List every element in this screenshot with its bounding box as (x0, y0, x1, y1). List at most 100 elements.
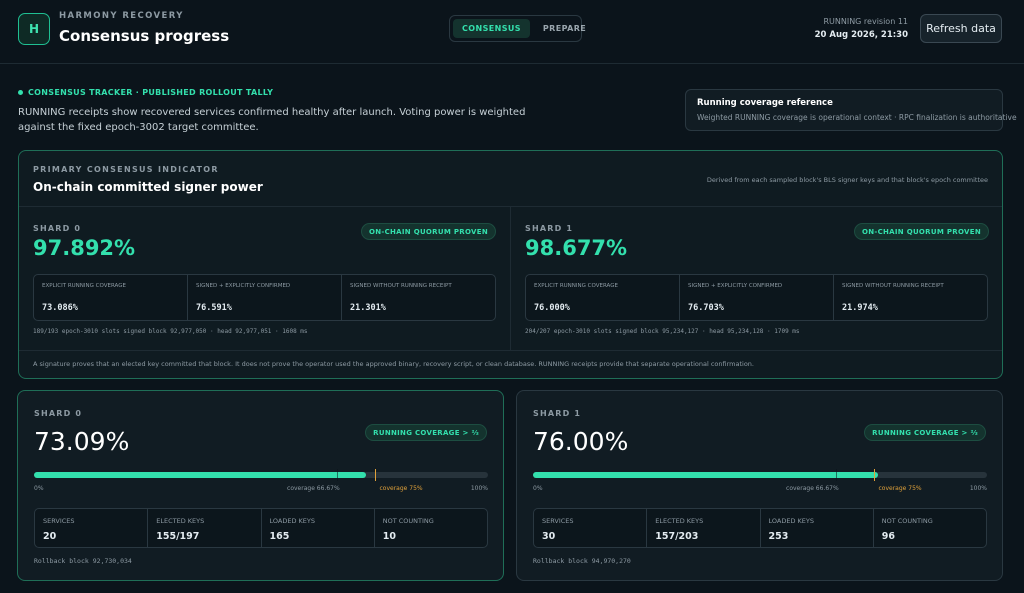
stat-label: LOADED KEYS (269, 517, 316, 525)
coverage-progress-fill (34, 472, 366, 478)
coverage-progress-bar (34, 469, 488, 481)
metric-value: 76.591% (196, 303, 232, 313)
coverage-progress-fill (533, 472, 879, 478)
divider (19, 350, 1002, 351)
stat-label: ELECTED KEYS (655, 517, 704, 525)
metric-label: SIGNED + EXPLICITLY CONFIRMED (688, 283, 783, 289)
shard-label: SHARD 1 (533, 409, 582, 418)
stat-label: SERVICES (542, 517, 574, 525)
tick-label-quorum: coverage 66.67% (287, 485, 340, 492)
coverage-stats: SERVICES 20 ELECTED KEYS 155/197 LOADED … (34, 508, 488, 548)
stat-value: 10 (382, 531, 396, 542)
metric-value: 73.086% (42, 303, 78, 313)
coverage-value: 73.09% (34, 427, 130, 456)
metric-value: 76.000% (534, 303, 570, 313)
stat-cell: NOT COUNTING 10 (375, 509, 487, 547)
quorum-badge: ON-CHAIN QUORUM PROVEN (360, 223, 496, 240)
metric-value: 21.301% (350, 303, 386, 313)
metric-label: SIGNED WITHOUT RUNNING RECEIPT (350, 283, 452, 289)
tab-prepare[interactable]: PREPARE (534, 19, 595, 38)
shard-block-info: 189/193 epoch-3010 slots signed block 92… (33, 328, 308, 335)
stat-cell: LOADED KEYS 253 (761, 509, 874, 547)
stat-value: 96 (881, 531, 895, 542)
metric-cell: EXPLICIT RUNNING COVERAGE 76.000% (526, 275, 680, 320)
stat-cell: SERVICES 30 (534, 509, 648, 547)
target-marker (374, 469, 376, 481)
tick-label-target: coverage 75% (878, 485, 922, 492)
stat-label: LOADED KEYS (768, 517, 815, 525)
shard-signer-power: SHARD 1 98.677% ON-CHAIN QUORUM PROVEN E… (511, 207, 1002, 350)
app-header: H HARMONY RECOVERY Consensus progress CO… (0, 0, 1024, 64)
coverage-card: SHARD 1 76.00% RUNNING COVERAGE > ⅔ 0% c… (516, 390, 1003, 581)
stat-cell: NOT COUNTING 96 (874, 509, 986, 547)
stat-value: 30 (542, 531, 556, 542)
rollback-block: Rollback block 94,970,270 (533, 557, 631, 565)
stat-cell: SERVICES 20 (35, 509, 149, 547)
primary-footer-note: A signature proves that an elected key c… (33, 360, 754, 368)
shard-label: SHARD 1 (525, 224, 574, 233)
coverage-reference-box: Running coverage reference Weighted RUNN… (685, 89, 1017, 131)
tracker-label: CONSENSUS TRACKER · PUBLISHED ROLLOUT TA… (18, 88, 273, 97)
stat-label: NOT COUNTING (382, 517, 434, 525)
shard-block-info: 204/207 epoch-3010 slots signed block 95… (525, 328, 800, 335)
metric-cell: SIGNED + EXPLICITLY CONFIRMED 76.591% (188, 275, 342, 320)
stat-label: SERVICES (43, 517, 75, 525)
metric-value: 76.703% (688, 303, 724, 313)
shard-label: SHARD 0 (33, 224, 82, 233)
quorum-marker (835, 469, 837, 481)
reference-title: Running coverage reference (697, 98, 833, 108)
status-dot-icon (18, 90, 23, 95)
stat-value: 165 (269, 531, 290, 542)
primary-note: Derived from each sampled block's BLS si… (706, 176, 988, 184)
stat-value: 157/203 (655, 531, 699, 542)
intro-description: RUNNING receipts show recovered services… (18, 107, 526, 133)
tab-consensus[interactable]: CONSENSUS (453, 19, 530, 38)
coverage-stats: SERVICES 30 ELECTED KEYS 157/203 LOADED … (533, 508, 987, 548)
primary-label: PRIMARY CONSENSUS INDICATOR (33, 165, 219, 174)
metric-cell: EXPLICIT RUNNING COVERAGE 73.086% (34, 275, 188, 320)
metric-value: 21.974% (842, 303, 878, 313)
tick-label-end: 100% (470, 485, 488, 492)
refresh-data-button[interactable]: Refresh data (920, 14, 1002, 43)
coverage-badge: RUNNING COVERAGE > ⅔ (864, 424, 986, 441)
primary-consensus-panel: PRIMARY CONSENSUS INDICATOR On-chain com… (18, 150, 1003, 379)
quorum-marker (336, 469, 338, 481)
stat-label: NOT COUNTING (881, 517, 933, 525)
stat-cell: ELECTED KEYS 155/197 (148, 509, 262, 547)
target-marker (873, 469, 875, 481)
coverage-card: SHARD 0 73.09% RUNNING COVERAGE > ⅔ 0% c… (17, 390, 504, 581)
coverage-value: 76.00% (533, 427, 629, 456)
metric-label: EXPLICIT RUNNING COVERAGE (534, 283, 618, 289)
coverage-progress-bar (533, 469, 987, 481)
stat-value: 20 (43, 531, 57, 542)
metric-cell: SIGNED + EXPLICITLY CONFIRMED 76.703% (680, 275, 834, 320)
metric-label: EXPLICIT RUNNING COVERAGE (42, 283, 126, 289)
tracker-label-text: CONSENSUS TRACKER · PUBLISHED ROLLOUT TA… (28, 88, 274, 97)
tick-label-start: 0% (533, 485, 543, 492)
stat-cell: ELECTED KEYS 157/203 (647, 509, 761, 547)
coverage-badge: RUNNING COVERAGE > ⅔ (365, 424, 487, 441)
tick-label-quorum: coverage 66.67% (786, 485, 839, 492)
stat-label: ELECTED KEYS (156, 517, 205, 525)
shard-label: SHARD 0 (34, 409, 83, 418)
stat-cell: LOADED KEYS 165 (262, 509, 375, 547)
metric-label: SIGNED WITHOUT RUNNING RECEIPT (842, 283, 944, 289)
shard-signer-power: SHARD 0 97.892% ON-CHAIN QUORUM PROVEN E… (19, 207, 511, 350)
signer-power-value: 97.892% (33, 236, 136, 260)
metric-cell: SIGNED WITHOUT RUNNING RECEIPT 21.301% (342, 275, 495, 320)
page-title: Consensus progress (59, 27, 230, 45)
primary-title: On-chain committed signer power (33, 180, 263, 194)
app-logo: H (18, 13, 50, 45)
stat-value: 155/197 (156, 531, 200, 542)
signer-metrics: EXPLICIT RUNNING COVERAGE 73.086% SIGNED… (33, 274, 496, 321)
revision-label: RUNNING revision 11 (823, 17, 908, 26)
tick-label-end: 100% (969, 485, 987, 492)
signer-power-value: 98.677% (525, 236, 628, 260)
stat-value: 253 (768, 531, 789, 542)
metric-cell: SIGNED WITHOUT RUNNING RECEIPT 21.974% (834, 275, 987, 320)
quorum-badge: ON-CHAIN QUORUM PROVEN (853, 223, 989, 240)
signer-metrics: EXPLICIT RUNNING COVERAGE 76.000% SIGNED… (525, 274, 988, 321)
reference-subtitle: Weighted RUNNING coverage is operational… (697, 113, 1017, 122)
view-tabs: CONSENSUS PREPARE (449, 15, 586, 42)
app-name: HARMONY RECOVERY (59, 11, 184, 21)
